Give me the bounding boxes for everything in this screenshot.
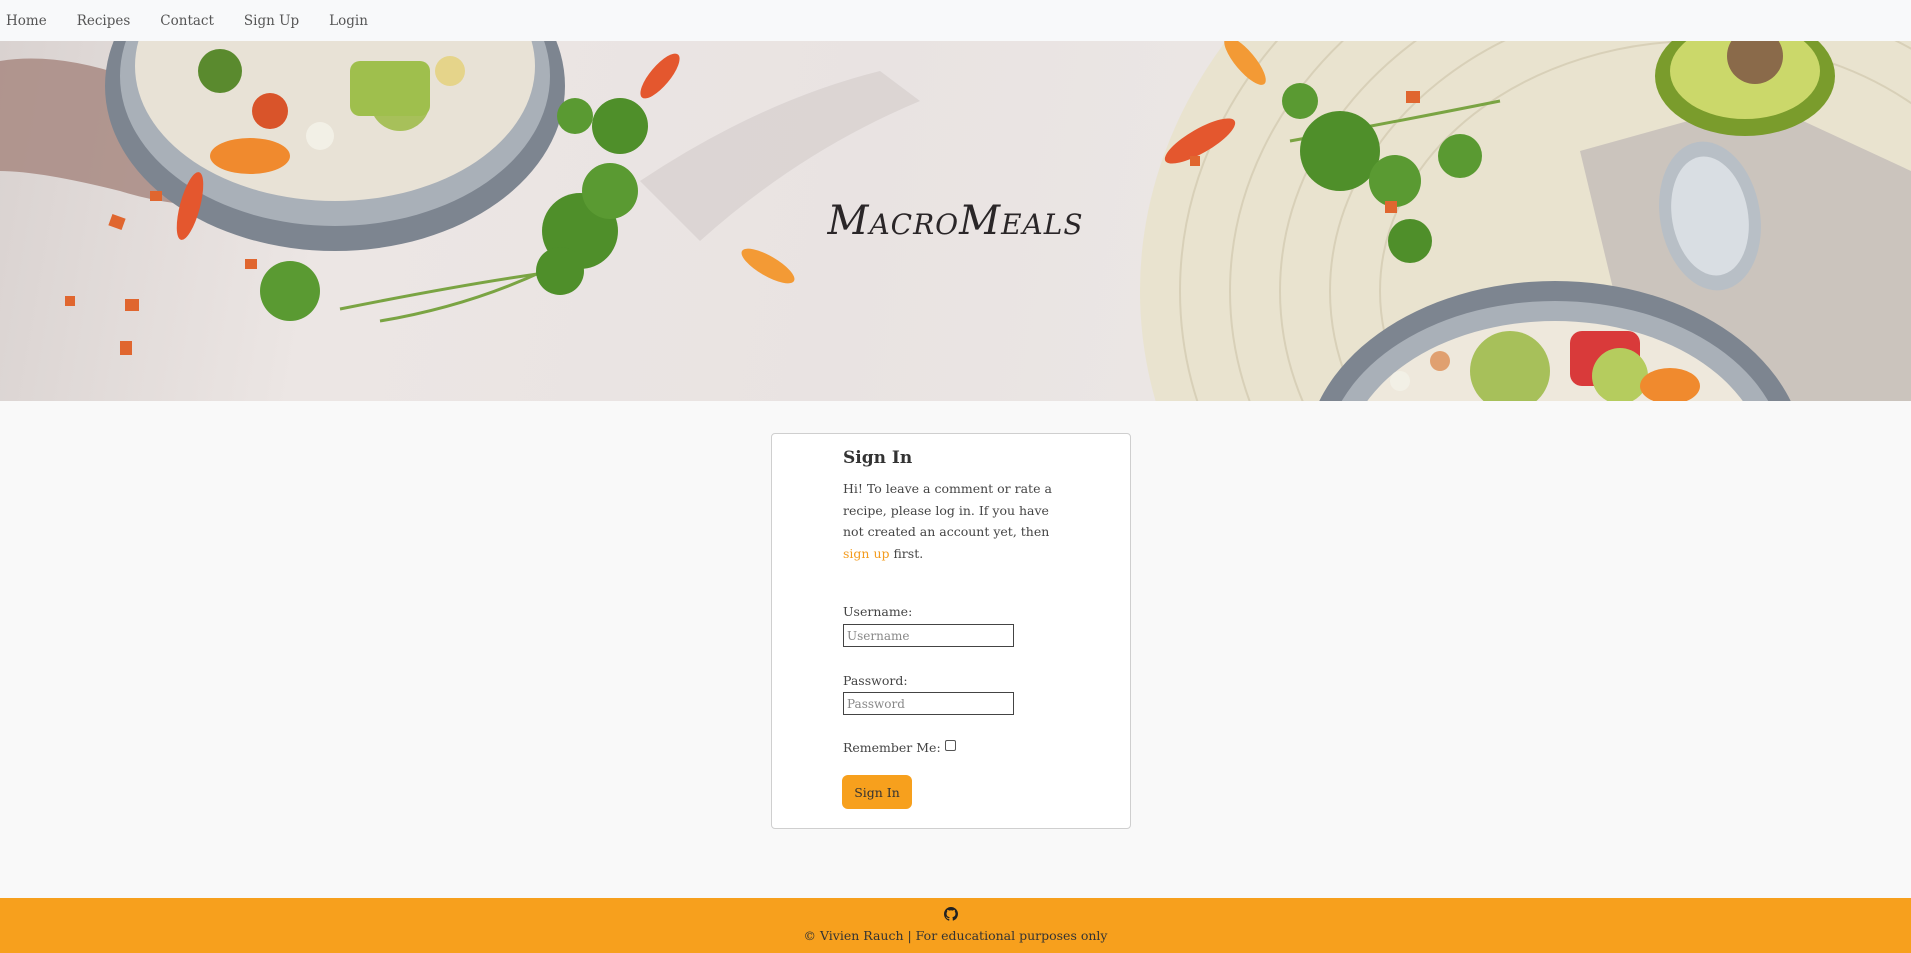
signin-title: Sign In	[843, 448, 913, 468]
footer: © Vivien Rauch | For educational purpose…	[0, 898, 1911, 953]
nav-signup-link[interactable]: Sign Up	[244, 13, 299, 29]
signin-button[interactable]: Sign In	[842, 775, 912, 809]
password-input[interactable]	[843, 692, 1014, 715]
navbar: Home Recipes Contact Sign Up Login	[0, 0, 1911, 41]
signin-intro-text: Hi! To leave a comment or rate a recipe,…	[843, 478, 1063, 564]
remember-me-row: Remember Me:	[843, 740, 956, 755]
nav-login-link[interactable]: Login	[329, 13, 368, 29]
password-label: Password:	[843, 673, 908, 688]
remember-me-checkbox[interactable]	[944, 740, 956, 751]
intro-text-before: Hi! To leave a comment or rate a recipe,…	[843, 481, 1052, 539]
remember-me-label: Remember Me:	[843, 740, 941, 755]
brand-title: MacroMeals	[827, 198, 1084, 244]
footer-copyright: © Vivien Rauch | For educational purpose…	[803, 928, 1108, 943]
hero-banner: MacroMeals	[0, 41, 1911, 401]
password-field-wrap	[843, 692, 1014, 715]
username-label: Username:	[843, 604, 913, 619]
signin-card: Sign In Hi! To leave a comment or rate a…	[771, 433, 1131, 829]
username-field-wrap	[843, 624, 1014, 647]
username-input[interactable]	[843, 624, 1014, 647]
signin-intro: Sign In Hi! To leave a comment or rate a…	[843, 448, 1063, 564]
signup-link[interactable]: sign up	[843, 546, 890, 561]
github-icon[interactable]	[944, 907, 958, 921]
intro-text-after: first.	[889, 545, 924, 561]
nav-home-link[interactable]: Home	[6, 13, 47, 29]
nav-contact-link[interactable]: Contact	[160, 13, 214, 29]
nav-recipes-link[interactable]: Recipes	[77, 13, 131, 29]
